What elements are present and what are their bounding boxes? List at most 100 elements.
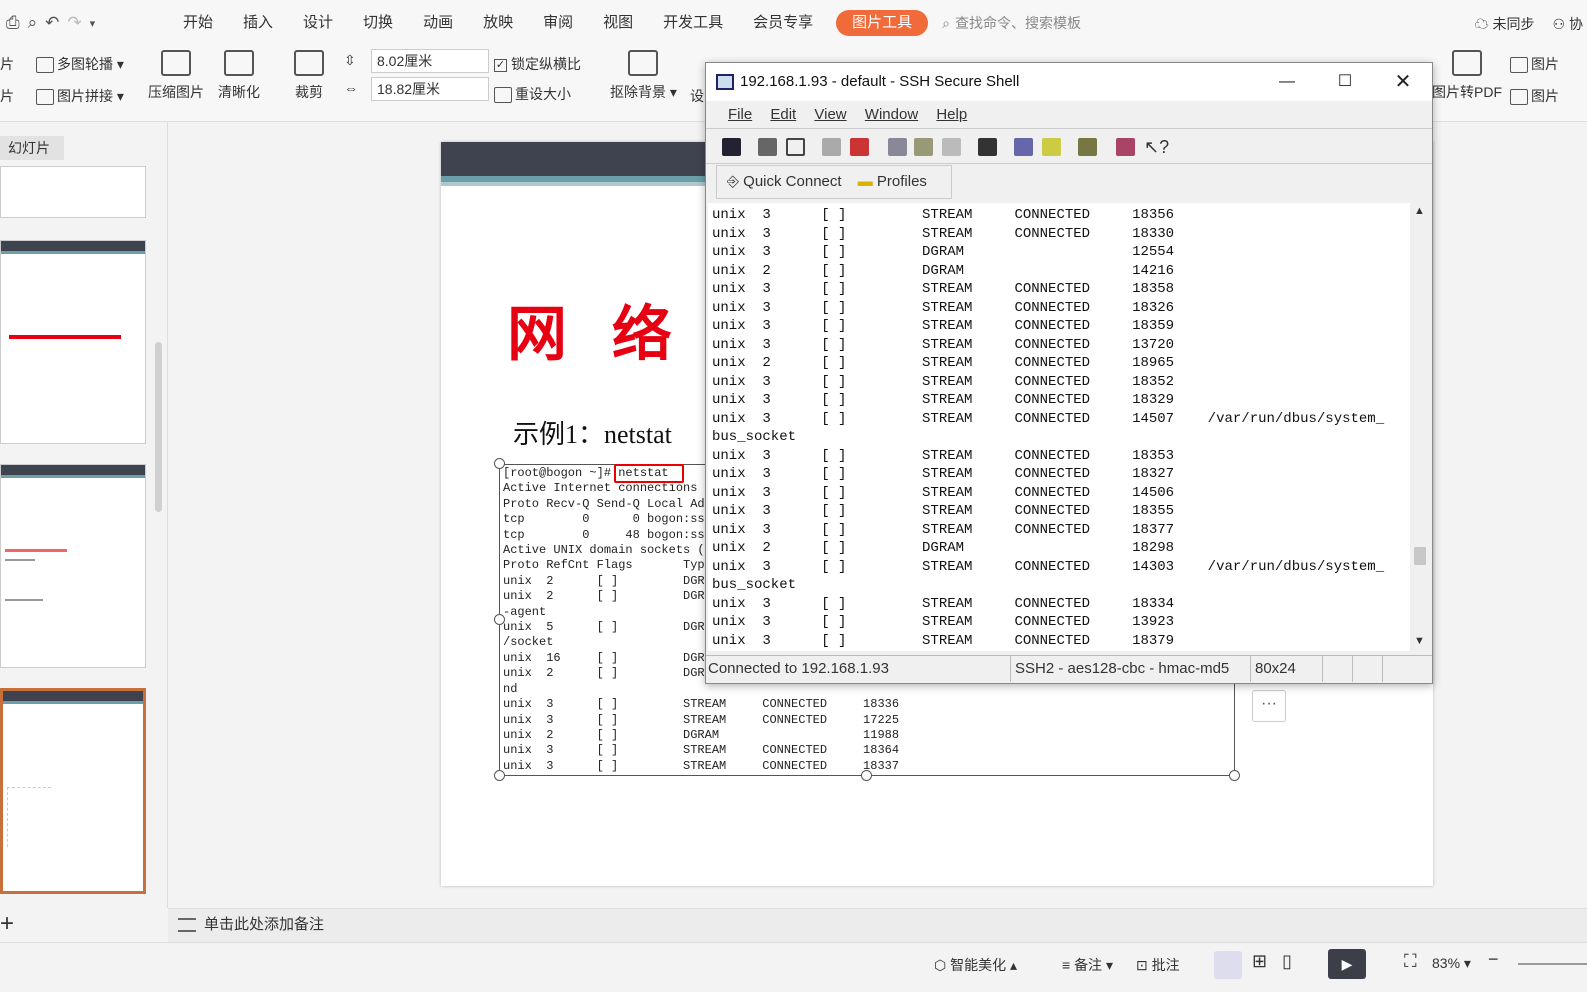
- print-icon[interactable]: [758, 138, 777, 156]
- tab-member[interactable]: 会员专享: [738, 0, 828, 46]
- slide-thumbnail-selected[interactable]: [0, 688, 146, 894]
- zoom-slider[interactable]: [1518, 963, 1587, 965]
- command-search[interactable]: ⌕ 查找命令、搜索模板: [942, 13, 1081, 33]
- normal-view-icon[interactable]: [1214, 951, 1242, 979]
- tab-picture-tools[interactable]: 图片工具: [836, 10, 929, 36]
- zoom-out-icon[interactable]: −: [1488, 949, 1499, 970]
- terminal-scrollbar[interactable]: ▲ ▼: [1410, 203, 1430, 651]
- carousel-label: 多图轮播: [57, 56, 113, 72]
- new-file-transfer-icon[interactable]: [850, 138, 869, 156]
- tab-animation[interactable]: 动画: [408, 0, 468, 46]
- lock-ratio-checkbox[interactable]: ✓ 锁定纵横比: [494, 54, 581, 74]
- stitch-button[interactable]: 图片拼接 ▾: [36, 86, 124, 106]
- sharpen-button[interactable]: 清晰化: [218, 50, 260, 102]
- context-help-icon[interactable]: ↖?: [1144, 138, 1169, 156]
- tab-slideshow[interactable]: 放映: [468, 0, 528, 46]
- stitch-icon: [36, 89, 54, 106]
- encryption-icon[interactable]: [1078, 138, 1097, 156]
- tab-view[interactable]: 视图: [588, 0, 648, 46]
- smart-beautify-button[interactable]: ⬡ 智能美化 ▴: [934, 955, 1017, 975]
- tab-design[interactable]: 设计: [288, 0, 348, 46]
- ssh-terminal[interactable]: unix 3 [ ] STREAM CONNECTED 18356 unix 3 …: [708, 203, 1410, 651]
- panel-scrollbar[interactable]: [155, 342, 162, 512]
- tab-developer[interactable]: 开发工具: [648, 0, 738, 46]
- tab-insert[interactable]: 插入: [228, 0, 288, 46]
- terminal-line: unix 3 [ ] STREAM CONNECTED 13923: [712, 614, 1175, 630]
- grid-view-icon[interactable]: ⊞: [1252, 951, 1267, 972]
- sync-status[interactable]: ☁ 未同步: [1475, 14, 1535, 34]
- slides-tab[interactable]: 幻灯片: [0, 136, 64, 160]
- image-to-pdf-button[interactable]: 图片转PDF: [1432, 50, 1502, 102]
- scrollbar-thumb[interactable]: [1414, 547, 1426, 565]
- comments-label: 批注: [1151, 957, 1180, 973]
- thumbnail-red-text: [9, 335, 121, 339]
- find-icon[interactable]: [978, 138, 997, 156]
- slide-thumbnail[interactable]: [0, 166, 146, 218]
- copy-icon[interactable]: [888, 138, 907, 156]
- reset-size-icon: [494, 87, 512, 104]
- close-icon[interactable]: ✕: [1374, 63, 1432, 101]
- maximize-icon[interactable]: ☐: [1316, 63, 1374, 101]
- remove-background-label: 抠除背景: [610, 84, 666, 100]
- remove-background-button[interactable]: 抠除背景 ▾: [610, 50, 677, 102]
- reset-size-button[interactable]: 重设大小: [494, 84, 571, 104]
- zoom-level[interactable]: 83% ▾: [1432, 955, 1471, 972]
- notes-toggle-button[interactable]: ≡ 备注 ▾: [1062, 955, 1113, 975]
- toolbar-partial-label-2[interactable]: 片: [0, 86, 14, 106]
- print-preview-icon[interactable]: [786, 138, 805, 156]
- paste-disabled-icon[interactable]: [942, 138, 961, 156]
- slide-thumbnail[interactable]: [0, 240, 146, 444]
- undo-icon[interactable]: ↶: [45, 13, 59, 33]
- menu-edit[interactable]: Edit: [770, 106, 796, 123]
- menu-view[interactable]: View: [814, 106, 846, 123]
- print-icon[interactable]: ⎙: [6, 13, 20, 33]
- resize-handle[interactable]: [494, 770, 505, 781]
- menu-help[interactable]: Help: [936, 106, 967, 123]
- picture-right-button-2[interactable]: 图片: [1510, 86, 1559, 106]
- reading-view-icon[interactable]: ▯: [1282, 951, 1292, 972]
- tab-review[interactable]: 审阅: [528, 0, 588, 46]
- collab-button[interactable]: ⚇ 协: [1553, 14, 1583, 34]
- ssh-client-window[interactable]: 192.168.1.93 - default - SSH Secure Shel…: [705, 62, 1433, 684]
- resize-handle[interactable]: [494, 614, 505, 625]
- menu-file[interactable]: File: [728, 106, 752, 123]
- save-icon[interactable]: [722, 138, 741, 156]
- profiles-button[interactable]: ▬ Profiles: [858, 173, 927, 190]
- height-input[interactable]: 18.82厘米: [371, 77, 489, 101]
- tab-home[interactable]: 开始: [168, 0, 228, 46]
- notes-area[interactable]: 单击此处添加备注: [168, 908, 1587, 942]
- fit-window-icon[interactable]: ⛶: [1404, 951, 1417, 972]
- redo-icon[interactable]: ↷: [67, 13, 81, 33]
- width-input[interactable]: 8.02厘米: [371, 49, 489, 73]
- print-preview-icon[interactable]: ⌕: [28, 13, 38, 33]
- customize-icon[interactable]: ▾: [90, 17, 96, 30]
- slide-subtitle[interactable]: 示例1：netstat: [513, 414, 672, 451]
- paste-icon[interactable]: [914, 138, 933, 156]
- toolbar-partial-label-3[interactable]: 设: [690, 86, 704, 106]
- tab-transition[interactable]: 切换: [348, 0, 408, 46]
- new-terminal-icon[interactable]: [822, 138, 841, 156]
- compress-button[interactable]: 压缩图片: [148, 50, 204, 102]
- scroll-down-icon[interactable]: ▼: [1414, 635, 1425, 647]
- resize-handle[interactable]: [494, 458, 505, 469]
- resize-handle[interactable]: [1229, 770, 1240, 781]
- minimize-icon[interactable]: —: [1258, 63, 1316, 101]
- toolbar-partial-label-1[interactable]: 片: [0, 54, 14, 74]
- scroll-up-icon[interactable]: ▲: [1414, 205, 1425, 217]
- picture-right-button-1[interactable]: 图片: [1510, 54, 1559, 74]
- file-transfer-icon[interactable]: [1042, 138, 1061, 156]
- quick-connect-button[interactable]: ⎆ Quick Connect: [727, 173, 842, 190]
- more-options-button[interactable]: ···: [1252, 690, 1286, 722]
- play-icon[interactable]: ▶: [1328, 949, 1366, 979]
- menu-window[interactable]: Window: [865, 106, 918, 123]
- settings-icon[interactable]: [1014, 138, 1033, 156]
- help-book-icon[interactable]: [1116, 138, 1135, 156]
- add-slide-button[interactable]: +: [0, 910, 14, 938]
- comments-button[interactable]: ⊡ 批注: [1136, 955, 1180, 975]
- crop-button[interactable]: 裁剪: [294, 50, 324, 102]
- notes-placeholder: 单击此处添加备注: [204, 916, 325, 933]
- profiles-label: Profiles: [876, 173, 927, 190]
- resize-handle[interactable]: [861, 770, 872, 781]
- slide-thumbnail[interactable]: [0, 464, 146, 668]
- carousel-button[interactable]: 多图轮播 ▾: [36, 54, 124, 74]
